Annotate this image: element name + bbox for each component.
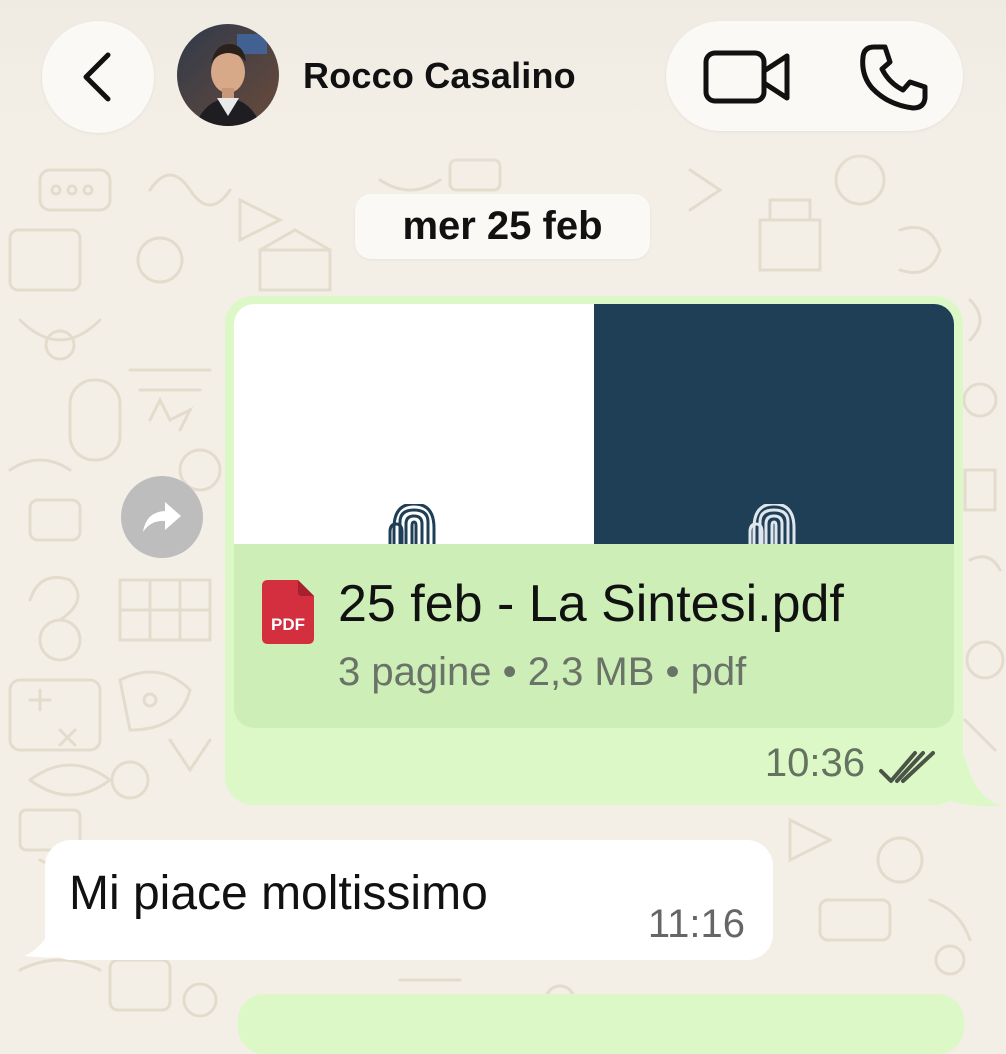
date-separator: mer 25 feb — [355, 194, 650, 259]
message-timestamp: 10:36 — [764, 741, 865, 785]
outgoing-message-document[interactable]: PDF 25 feb - La Sintesi.pdf 3 pagine • 2… — [225, 296, 1001, 807]
fingerprint-logo-icon — [388, 504, 436, 544]
contact-avatar[interactable] — [177, 24, 279, 126]
voice-call-button[interactable] — [858, 42, 930, 112]
document-preview[interactable] — [234, 304, 954, 544]
read-receipt-icon — [879, 751, 935, 783]
video-camera-icon — [703, 50, 790, 104]
contact-name[interactable]: Rocco Casalino — [303, 55, 576, 97]
bubble-tail — [25, 914, 85, 958]
forward-arrow-icon — [143, 502, 181, 532]
message-timestamp: 11:16 — [647, 902, 745, 946]
pdf-file-icon: PDF — [262, 580, 314, 644]
document-filename: 25 feb - La Sintesi.pdf — [338, 575, 844, 633]
chevron-left-icon — [83, 52, 111, 102]
fingerprint-logo-icon — [748, 504, 796, 544]
phone-icon — [860, 44, 928, 111]
incoming-message[interactable]: Mi piace moltissimo 11:16 — [25, 840, 773, 960]
pdf-icon-label: PDF — [271, 615, 305, 634]
document-meta: 3 pagine • 2,3 MB • pdf — [338, 650, 747, 694]
document-card[interactable]: PDF 25 feb - La Sintesi.pdf 3 pagine • 2… — [234, 304, 954, 728]
video-call-button[interactable] — [703, 48, 791, 106]
avatar-photo — [177, 24, 279, 126]
back-button[interactable] — [42, 21, 154, 133]
outgoing-message-partial[interactable] — [238, 994, 964, 1054]
forward-button[interactable] — [121, 476, 203, 558]
message-text: Mi piace moltissimo — [69, 867, 488, 920]
